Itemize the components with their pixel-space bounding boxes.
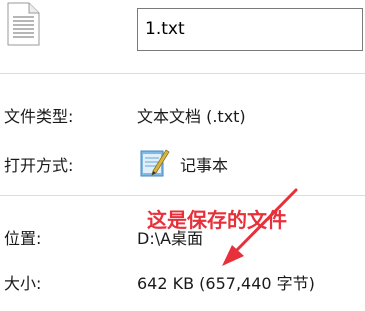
divider — [0, 195, 365, 196]
annotation-text: 这是保存的文件 — [147, 208, 287, 232]
size-label: 大小: — [4, 274, 42, 293]
size-value: 642 KB (657,440 字节) — [137, 274, 315, 293]
file-name-field[interactable]: 1.txt — [137, 8, 363, 51]
notepad-icon — [140, 149, 170, 177]
opens-with-value: 记事本 — [180, 156, 229, 175]
opens-with-label: 打开方式: — [4, 156, 74, 175]
location-label: 位置: — [4, 229, 42, 248]
file-type-value: 文本文档 (.txt) — [137, 107, 246, 126]
file-type-label: 文件类型: — [4, 107, 74, 126]
divider — [0, 73, 365, 74]
text-file-icon — [7, 2, 40, 46]
